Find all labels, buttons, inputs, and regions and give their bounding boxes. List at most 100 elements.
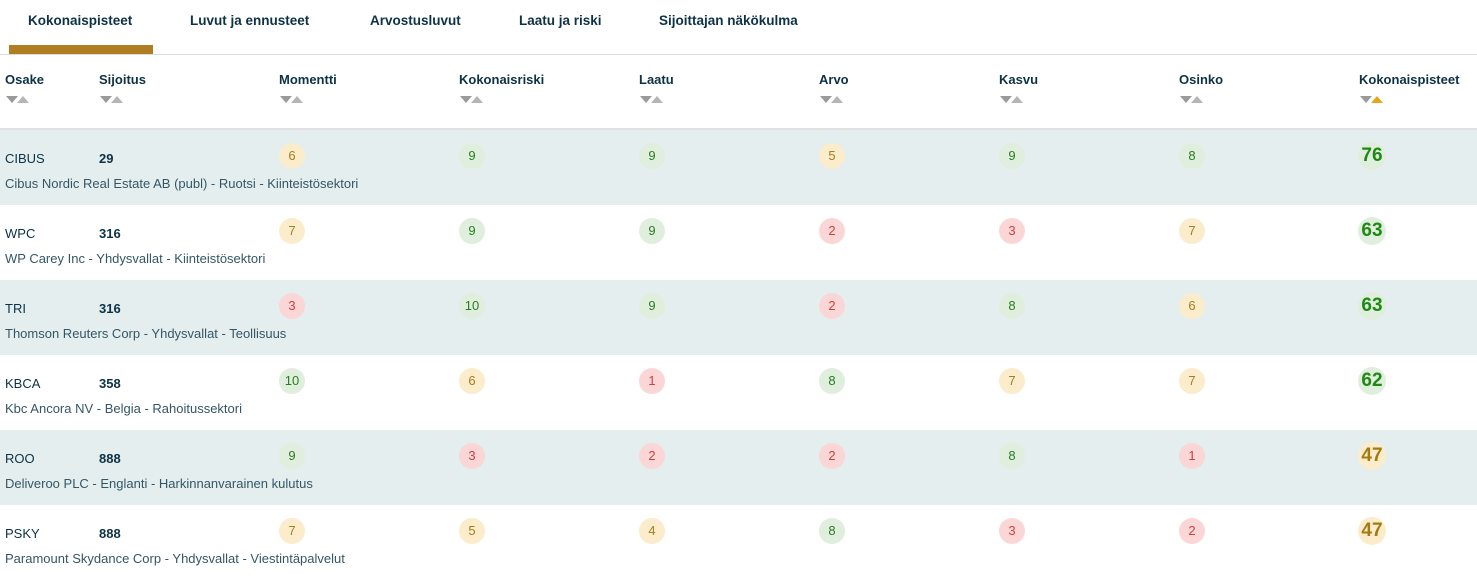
sort-arrows-icon[interactable] <box>279 94 305 104</box>
column-header-kasvu[interactable]: Kasvu <box>999 72 1039 103</box>
sort-ascending-icon[interactable] <box>1191 96 1203 103</box>
score-badge-arvo: 2 <box>819 293 845 319</box>
tab-arvostusluvut[interactable]: Arvostusluvut <box>360 0 480 54</box>
score-badge-kokonaisriski: 6 <box>459 368 485 394</box>
tab-sijoittajan-nakokulma[interactable]: Sijoittajan näkökulma <box>649 0 819 54</box>
table-row[interactable]: ROO 888 Deliveroo PLC - Englanti - Harkinn… <box>0 430 1477 505</box>
sort-arrows-icon[interactable] <box>999 94 1025 104</box>
score-badge-osinko: 7 <box>1179 218 1205 244</box>
sort-ascending-icon[interactable] <box>831 96 843 103</box>
score-badge-arvo: 5 <box>819 143 845 169</box>
company-description: Paramount Skydance Corp - Yhdysvallat - … <box>5 551 345 566</box>
stock-ticker[interactable]: WPC <box>5 226 35 241</box>
score-badge-osinko: 8 <box>1179 143 1205 169</box>
stock-ticker[interactable]: CIBUS <box>5 151 45 166</box>
sort-arrows-icon[interactable] <box>1359 94 1385 104</box>
score-badge-kokonaisriski: 5 <box>459 518 485 544</box>
rank-value: 29 <box>99 151 114 166</box>
stock-ticker[interactable]: TRI <box>5 301 26 316</box>
score-badge-arvo: 8 <box>819 518 845 544</box>
sort-arrows-icon[interactable] <box>1179 94 1205 104</box>
sort-ascending-icon[interactable] <box>1371 96 1383 103</box>
column-header-arvo[interactable]: Arvo <box>819 72 849 103</box>
sort-arrows-icon[interactable] <box>639 94 665 104</box>
column-header-kokonaisriski[interactable]: Kokonaisriski <box>459 72 545 103</box>
table-row[interactable]: TRI 316 Thomson Reuters Corp - Yhdysvallat… <box>0 280 1477 355</box>
tab-label: Laatu ja riski <box>519 13 602 28</box>
tab-kokonaispisteet[interactable]: Kokonaispisteet <box>9 0 153 54</box>
column-header-momentti[interactable]: Momentti <box>279 72 337 103</box>
score-badge-kasvu: 8 <box>999 443 1025 469</box>
column-header-label: Kokonaispisteet <box>1359 72 1460 87</box>
column-header-label: Osinko <box>1179 72 1224 87</box>
score-badge-laatu: 9 <box>639 143 665 169</box>
tab-laatu-ja-riski[interactable]: Laatu ja riski <box>509 0 629 54</box>
score-badge-momentti: 9 <box>279 443 305 469</box>
sort-ascending-icon[interactable] <box>651 96 663 103</box>
score-badge-arvo: 8 <box>819 368 845 394</box>
score-badge-momentti: 7 <box>279 518 305 544</box>
table-header: Osake Sijoitus Momentti Kokonaisriski Laatu A… <box>0 55 1477 130</box>
column-header-label: Arvo <box>819 72 849 87</box>
score-badge-laatu: 9 <box>639 293 665 319</box>
score-badge-kokonaisriski: 9 <box>459 143 485 169</box>
score-badge-laatu: 2 <box>639 443 665 469</box>
column-header-sijoitus[interactable]: Sijoitus <box>99 72 146 103</box>
sort-arrows-icon[interactable] <box>819 94 845 104</box>
sort-ascending-icon[interactable] <box>471 96 483 103</box>
sort-ascending-icon[interactable] <box>1011 96 1023 103</box>
column-header-laatu[interactable]: Laatu <box>639 72 674 103</box>
column-header-label: Laatu <box>639 72 674 87</box>
tab-label: Kokonaispisteet <box>28 13 133 28</box>
tab-label: Luvut ja ennusteet <box>190 13 310 28</box>
score-badge-kokonaisriski: 3 <box>459 443 485 469</box>
score-badge-momentti: 10 <box>279 368 305 394</box>
score-badge-osinko: 6 <box>1179 293 1205 319</box>
score-badge-laatu: 4 <box>639 518 665 544</box>
column-header-label: Kokonaisriski <box>459 72 545 87</box>
total-score-badge: 63 <box>1358 292 1386 320</box>
table-row[interactable]: WPC 316 WP Carey Inc - Yhdysvallat - Kiint… <box>0 205 1477 280</box>
stock-ticker[interactable]: PSKY <box>5 526 40 541</box>
sort-ascending-icon[interactable] <box>17 96 29 103</box>
score-badge-kasvu: 3 <box>999 218 1025 244</box>
stock-ticker[interactable]: ROO <box>5 451 35 466</box>
score-badge-kasvu: 3 <box>999 518 1025 544</box>
total-score-badge: 47 <box>1358 517 1386 545</box>
sort-ascending-icon[interactable] <box>111 96 123 103</box>
rank-value: 888 <box>99 451 121 466</box>
column-header-osinko[interactable]: Osinko <box>1179 72 1224 103</box>
score-badge-kasvu: 8 <box>999 293 1025 319</box>
total-score-badge: 62 <box>1358 367 1386 395</box>
score-badge-osinko: 1 <box>1179 443 1205 469</box>
stock-ticker[interactable]: KBCA <box>5 376 40 391</box>
sort-arrows-icon[interactable] <box>5 94 31 104</box>
total-score-badge: 63 <box>1358 217 1386 245</box>
score-badge-kasvu: 9 <box>999 143 1025 169</box>
company-description: Kbc Ancora NV - Belgia - Rahoitussektori <box>5 401 242 416</box>
sort-ascending-icon[interactable] <box>291 96 303 103</box>
column-header-kokonaispisteet[interactable]: Kokonaispisteet <box>1359 72 1460 103</box>
table-row[interactable]: CIBUS 29 Cibus Nordic Real Estate AB (publ… <box>0 130 1477 205</box>
rank-value: 358 <box>99 376 121 391</box>
tab-luvut-ja-ennusteet[interactable]: Luvut ja ennusteet <box>180 0 330 54</box>
tab-bar: Kokonaispisteet Luvut ja ennusteet Arvos… <box>0 0 1477 55</box>
score-badge-momentti: 3 <box>279 293 305 319</box>
rank-value: 316 <box>99 226 121 241</box>
column-header-osake[interactable]: Osake <box>5 72 44 103</box>
company-description: Deliveroo PLC - Englanti - Harkinnanvara… <box>5 476 313 491</box>
column-header-label: Sijoitus <box>99 72 146 87</box>
table-row[interactable]: PSKY 888 Paramount Skydance Corp - Yhdysva… <box>0 505 1477 580</box>
score-badge-laatu: 1 <box>639 368 665 394</box>
company-description: Thomson Reuters Corp - Yhdysvallat - Teo… <box>5 326 287 341</box>
rank-value: 316 <box>99 301 121 316</box>
score-badge-kokonaisriski: 10 <box>459 293 485 319</box>
sort-arrows-icon[interactable] <box>99 94 125 104</box>
score-badge-laatu: 9 <box>639 218 665 244</box>
score-badge-arvo: 2 <box>819 218 845 244</box>
sort-arrows-icon[interactable] <box>459 94 485 104</box>
score-badge-momentti: 7 <box>279 218 305 244</box>
score-badge-osinko: 7 <box>1179 368 1205 394</box>
table-row[interactable]: KBCA 358 Kbc Ancora NV - Belgia - Rahoitus… <box>0 355 1477 430</box>
column-header-label: Kasvu <box>999 72 1039 87</box>
